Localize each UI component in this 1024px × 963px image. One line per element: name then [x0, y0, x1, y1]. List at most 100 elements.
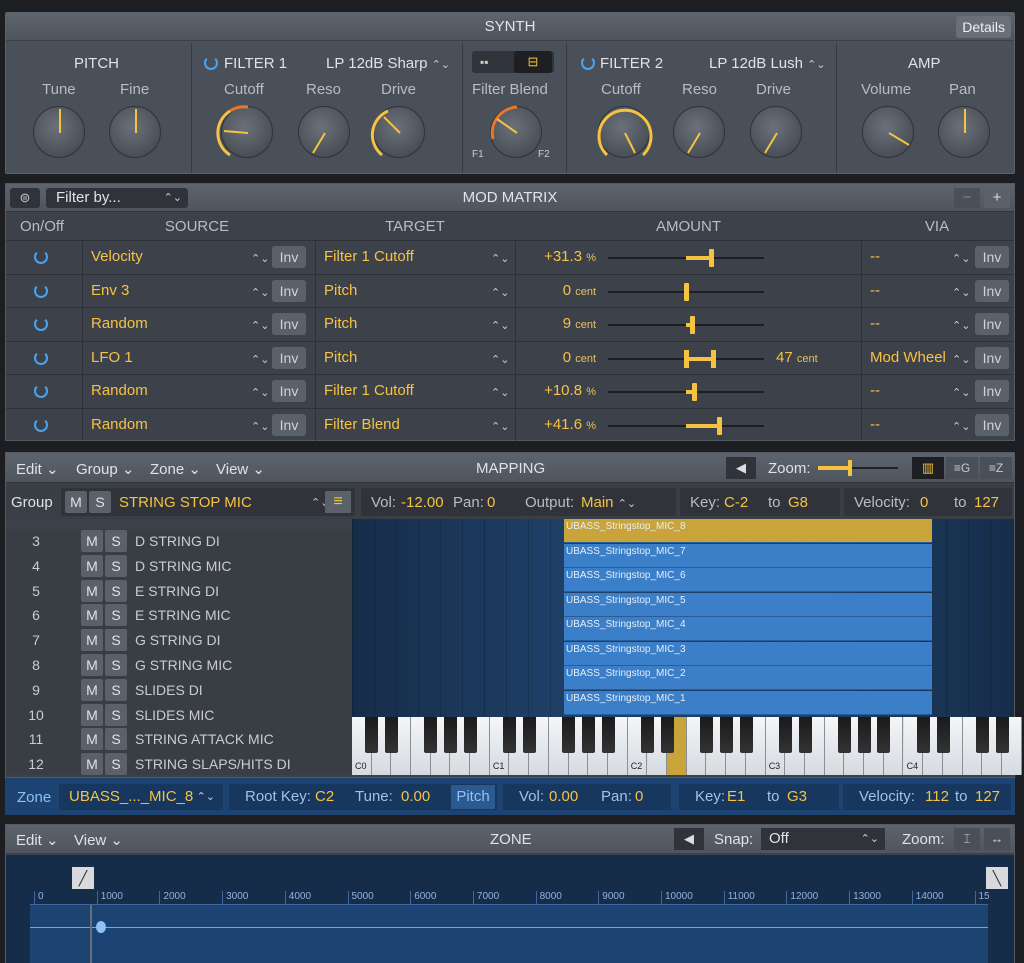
via-select[interactable]: --	[870, 275, 880, 308]
source-select[interactable]: Env 3	[91, 275, 129, 308]
via-select[interactable]: --	[870, 375, 880, 408]
group-list-item[interactable]: 5 M S E STRING DI	[14, 579, 352, 604]
black-key[interactable]	[463, 717, 477, 753]
zone-vol-value[interactable]: 0.00	[549, 788, 578, 805]
blend-mode-toggle[interactable]: ▪▪ ⊟	[472, 51, 554, 73]
group-menu[interactable]: Group ⌄	[76, 460, 134, 478]
group-mute-button[interactable]: M	[81, 530, 103, 552]
mute-button[interactable]: M	[65, 491, 87, 513]
black-key[interactable]	[838, 717, 851, 753]
black-key[interactable]	[719, 717, 733, 753]
group-solo-button[interactable]: S	[105, 728, 127, 751]
group-solo-button[interactable]: S	[105, 678, 127, 701]
group-mute-button[interactable]: M	[81, 753, 103, 776]
black-key[interactable]	[739, 717, 753, 753]
group-mute-button[interactable]: M	[81, 579, 103, 602]
amount-slider[interactable]	[608, 316, 764, 334]
waveform-area[interactable]: ╱ ╲ 0 1000 2000 3000 4000 5000 6000 7000 8000 900…	[6, 855, 1014, 963]
root-key-value[interactable]: C2	[315, 788, 334, 805]
zone-region[interactable]: UBASS_Stringstop_MIC_2	[564, 666, 932, 690]
group-mute-button[interactable]: M	[81, 654, 103, 676]
amount-value[interactable]: 0 cent	[526, 342, 596, 375]
pan-value[interactable]: 0	[487, 494, 495, 511]
key-low[interactable]: C-2	[724, 494, 748, 511]
black-key[interactable]	[975, 717, 989, 753]
pitch-button[interactable]: Pitch	[451, 785, 495, 809]
zone-view-menu[interactable]: View ⌄	[74, 831, 123, 849]
snap-select[interactable]: Off ⌃⌄	[761, 828, 885, 850]
target-select[interactable]: Pitch	[324, 342, 357, 375]
zone-region[interactable]: UBASS_Stringstop_MIC_3	[564, 641, 932, 666]
black-key[interactable]	[936, 717, 950, 753]
source-select[interactable]: Random	[91, 375, 148, 408]
black-key[interactable]	[444, 717, 457, 753]
group-list-item[interactable]: 10 M S SLIDES MIC	[14, 703, 352, 728]
filter-blend-knob[interactable]	[490, 105, 542, 158]
filter-icon[interactable]: ⊜	[10, 188, 40, 208]
amount-slider[interactable]	[608, 249, 764, 267]
zone-region[interactable]: UBASS_Stringstop_MIC_6	[564, 568, 932, 592]
group-list-item[interactable]: 3 M S D STRING DI	[14, 529, 352, 554]
filter2-type-select[interactable]: LP 12dB Lush ⌃⌄	[709, 55, 826, 72]
target-select[interactable]: Filter 1 Cutoff	[324, 375, 414, 408]
amount-slider[interactable]	[608, 349, 764, 368]
filter1-cutoff-knob[interactable]	[216, 105, 273, 158]
group-list-item[interactable]: 7 M S G STRING DI	[14, 628, 352, 653]
group-view-icon[interactable]: ≡G	[946, 457, 978, 479]
start-marker-icon[interactable]: ╱	[72, 867, 94, 889]
group-mute-button[interactable]: M	[81, 703, 103, 726]
fine-knob[interactable]	[109, 106, 161, 158]
zone-select[interactable]: UBASS_..._MIC_8 ⌃⌄	[59, 784, 223, 810]
parallel-icon[interactable]: ⊟	[514, 51, 552, 73]
filter2-power-icon[interactable]	[581, 56, 595, 70]
group-solo-button[interactable]: S	[105, 654, 127, 676]
zone-key-high[interactable]: G3	[787, 788, 807, 805]
power-icon[interactable]	[34, 250, 48, 264]
via-select[interactable]: Mod Wheel	[870, 342, 946, 375]
amount-slider[interactable]	[608, 416, 764, 435]
amount-value[interactable]: +10.8 %	[526, 375, 596, 408]
target-select[interactable]: Filter 1 Cutoff	[324, 241, 414, 274]
group-mute-button[interactable]: M	[81, 554, 103, 577]
group-name[interactable]: STRING STOP MIC	[119, 494, 252, 511]
black-key[interactable]	[995, 717, 1009, 753]
target-select[interactable]: Pitch	[324, 275, 357, 308]
volume-knob[interactable]	[862, 106, 914, 158]
zoom-horizontal-icon[interactable]: ↔	[984, 828, 1010, 850]
filter-select[interactable]: Filter by... ⌃⌄	[46, 188, 188, 208]
source-invert-button[interactable]: Inv	[272, 279, 306, 302]
zone-velocity-high[interactable]: 127	[975, 788, 1000, 805]
group-solo-button[interactable]: S	[105, 579, 127, 602]
power-icon[interactable]	[34, 417, 48, 432]
filter2-drive-knob[interactable]	[750, 106, 802, 158]
group-list-item[interactable]: 4 M S D STRING MIC	[14, 554, 352, 579]
via-select[interactable]: --	[870, 241, 880, 274]
group-list-item[interactable]: 9 M S SLIDES DI	[14, 678, 352, 703]
group-list-item[interactable]: 12 M S STRING SLAPS/HITS DI	[14, 752, 352, 777]
keyboard-view-icon[interactable]: ▥	[912, 457, 944, 479]
amount-value[interactable]: +31.3 %	[526, 241, 596, 274]
filter2-reso-knob[interactable]	[673, 106, 725, 158]
view-menu[interactable]: View ⌄	[216, 460, 265, 478]
serial-icon[interactable]: ▪▪	[480, 55, 502, 69]
amount-value[interactable]: 0 cent	[526, 275, 596, 308]
zone-menu[interactable]: Zone ⌄	[150, 460, 201, 478]
black-key[interactable]	[660, 717, 674, 753]
black-key[interactable]	[641, 717, 654, 753]
source-select[interactable]: LFO 1	[91, 342, 133, 375]
zoom-vertical-icon[interactable]: ⌶	[954, 828, 980, 850]
filter1-type-select[interactable]: LP 12dB Sharp ⌃⌄	[326, 55, 450, 72]
amount-slider[interactable]	[608, 383, 764, 401]
black-key[interactable]	[700, 717, 714, 753]
solo-button[interactable]: S	[89, 491, 111, 513]
via-invert-button[interactable]: Inv	[975, 279, 1009, 302]
group-list-item[interactable]: 8 M S G STRING MIC	[14, 653, 352, 678]
group-list-item[interactable]: 6 M S E STRING MIC	[14, 603, 352, 628]
filter2-cutoff-knob[interactable]	[597, 106, 653, 158]
black-key[interactable]	[522, 717, 536, 753]
filter1-drive-knob[interactable]	[370, 106, 425, 158]
group-solo-button[interactable]: S	[105, 554, 127, 577]
amount-value[interactable]: +41.6 %	[526, 409, 596, 442]
black-key[interactable]	[581, 717, 595, 753]
target-select[interactable]: Pitch	[324, 308, 357, 341]
